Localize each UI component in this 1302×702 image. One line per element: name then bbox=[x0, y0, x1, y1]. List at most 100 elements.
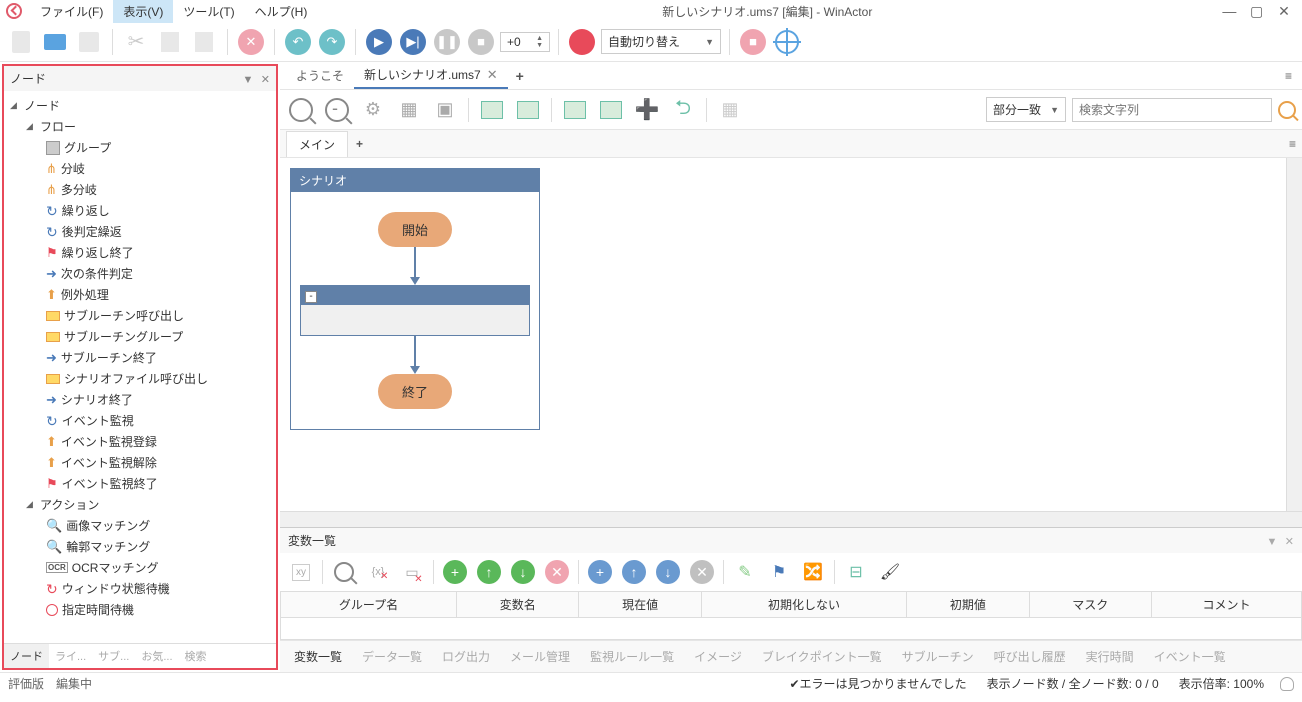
canvas-tab-main[interactable]: メイン bbox=[286, 131, 348, 157]
tree-item[interactable]: サブルーチン呼び出し bbox=[6, 305, 274, 326]
var-map-button[interactable]: 🔀 bbox=[798, 557, 828, 587]
var-down2-button[interactable]: ↓ bbox=[653, 557, 683, 587]
tree-item[interactable]: ◢フロー bbox=[6, 116, 274, 137]
grid-button[interactable]: ▦ bbox=[715, 95, 745, 125]
pause-button[interactable]: ❚❚ bbox=[432, 27, 462, 57]
end-node[interactable]: 終了 bbox=[378, 374, 452, 409]
tree-item[interactable]: ⋔多分岐 bbox=[6, 179, 274, 200]
add-node-button[interactable]: ➕ bbox=[632, 95, 662, 125]
image-button-3[interactable] bbox=[560, 95, 590, 125]
match-mode-select[interactable]: 部分一致▼ bbox=[986, 97, 1066, 122]
vertical-scrollbar[interactable] bbox=[1286, 158, 1302, 511]
menu-help[interactable]: ヘルプ(H) bbox=[245, 0, 318, 23]
tree-item[interactable]: ⬆例外処理 bbox=[6, 284, 274, 305]
tree-item[interactable]: サブルーチングループ bbox=[6, 326, 274, 347]
var-column-header[interactable]: 変数名 bbox=[457, 592, 579, 618]
bottom-tab[interactable]: 変数一覧 bbox=[286, 645, 350, 668]
var-column-header[interactable]: マスク bbox=[1029, 592, 1151, 618]
panel-tab[interactable]: お気... bbox=[135, 644, 178, 668]
var-delete2-button[interactable]: ✕ bbox=[687, 557, 717, 587]
tree-item[interactable]: ⬆イベント監視解除 bbox=[6, 452, 274, 473]
bottom-tab[interactable]: イベント一覧 bbox=[1146, 645, 1234, 668]
open-file-button[interactable] bbox=[40, 27, 70, 57]
flow-canvas[interactable]: シナリオ 開始 - 終了 bbox=[280, 158, 1286, 511]
tree-item[interactable]: ↻繰り返し bbox=[6, 200, 274, 221]
zoom-settings-button[interactable]: ⚙ bbox=[358, 95, 388, 125]
speed-input[interactable]: +0 ▲▼ bbox=[500, 32, 550, 52]
tree-item[interactable]: ↻ウィンドウ状態待機 bbox=[6, 578, 274, 599]
tree-item[interactable]: ⚑繰り返し終了 bbox=[6, 242, 274, 263]
tab-close-icon[interactable]: ✕ bbox=[487, 67, 498, 83]
var-column-header[interactable]: 現在値 bbox=[579, 592, 701, 618]
zoom-out-button[interactable]: - bbox=[322, 95, 352, 125]
bottom-tab[interactable]: 呼び出し履歴 bbox=[986, 645, 1074, 668]
bottom-tab[interactable]: 監視ルール一覧 bbox=[582, 645, 682, 668]
maximize-button[interactable]: ▢ bbox=[1245, 3, 1269, 20]
stop-button[interactable]: ■ bbox=[466, 27, 496, 57]
horizontal-scrollbar[interactable] bbox=[280, 511, 1302, 527]
menu-view[interactable]: 表示(V) bbox=[113, 0, 173, 23]
tree-item[interactable]: ⋔分岐 bbox=[6, 158, 274, 179]
var-down-button[interactable]: ↓ bbox=[508, 557, 538, 587]
var-panel-close-icon[interactable]: ✕ bbox=[1285, 536, 1294, 548]
bottom-tab[interactable]: ログ出力 bbox=[434, 645, 498, 668]
var-add-button[interactable]: + bbox=[440, 557, 470, 587]
var-column-header[interactable]: 初期値 bbox=[907, 592, 1029, 618]
zoom-fit-button[interactable] bbox=[286, 95, 316, 125]
paste-button[interactable] bbox=[189, 27, 219, 57]
step-button[interactable]: ▶| bbox=[398, 27, 428, 57]
var-up2-button[interactable]: ↑ bbox=[619, 557, 649, 587]
var-panel-dropdown-icon[interactable]: ▼ bbox=[1267, 536, 1278, 548]
canvas-menu-icon[interactable]: ≡ bbox=[1289, 137, 1296, 151]
copy-button[interactable] bbox=[155, 27, 185, 57]
target-button[interactable] bbox=[772, 27, 802, 57]
bottom-tab[interactable]: イメージ bbox=[686, 645, 750, 668]
play-button[interactable]: ▶ bbox=[364, 27, 394, 57]
stop-record-button[interactable]: ■ bbox=[738, 27, 768, 57]
var-add2-button[interactable]: + bbox=[585, 557, 615, 587]
tree-item[interactable]: ◢アクション bbox=[6, 494, 274, 515]
tab-add-button[interactable]: + bbox=[508, 64, 532, 88]
search-input[interactable] bbox=[1072, 98, 1272, 122]
var-xy-button[interactable]: xy bbox=[286, 557, 316, 587]
panel-dropdown-icon[interactable]: ▼ bbox=[243, 74, 254, 86]
var-column-header[interactable]: グループ名 bbox=[281, 592, 457, 618]
tree-item[interactable]: ➜サブルーチン終了 bbox=[6, 347, 274, 368]
panel-tab[interactable]: ライ... bbox=[49, 644, 92, 668]
tree-item[interactable]: 指定時間待機 bbox=[6, 599, 274, 620]
scenario-container[interactable]: シナリオ 開始 - 終了 bbox=[290, 168, 540, 430]
tree-item[interactable]: ➜次の条件判定 bbox=[6, 263, 274, 284]
tree-item[interactable]: 🔍画像マッチング bbox=[6, 515, 274, 536]
start-node[interactable]: 開始 bbox=[378, 212, 452, 247]
mode-select[interactable]: 自動切り替え▼ bbox=[601, 29, 721, 54]
var-paint-button[interactable]: 🖌 bbox=[875, 557, 905, 587]
tree-item[interactable]: 🔍輪郭マッチング bbox=[6, 536, 274, 557]
panel-tab[interactable]: 検索 bbox=[179, 644, 213, 668]
tree-item[interactable]: シナリオファイル呼び出し bbox=[6, 368, 274, 389]
tree-item[interactable]: ⚑イベント監視終了 bbox=[6, 473, 274, 494]
panel-close-icon[interactable]: ✕ bbox=[261, 74, 270, 86]
new-file-button[interactable] bbox=[6, 27, 36, 57]
var-edit-button[interactable]: ✎ bbox=[730, 557, 760, 587]
var-column-header[interactable]: 初期化しない bbox=[701, 592, 906, 618]
tree-item[interactable]: ◢ノード bbox=[6, 95, 274, 116]
bottom-tab[interactable]: サブルーチン bbox=[894, 645, 982, 668]
save-button[interactable] bbox=[74, 27, 104, 57]
cancel-button[interactable]: ✕ bbox=[236, 27, 266, 57]
goto-button[interactable]: ⮌ bbox=[668, 95, 698, 125]
tabs-menu-icon[interactable]: ≡ bbox=[1281, 69, 1296, 83]
bottom-tab[interactable]: データ一覧 bbox=[354, 645, 430, 668]
tab-welcome[interactable]: ようこそ bbox=[286, 63, 354, 88]
image-button-1[interactable] bbox=[477, 95, 507, 125]
bottom-tab[interactable]: メール管理 bbox=[502, 645, 578, 668]
canvas-tab-add[interactable]: + bbox=[348, 133, 371, 155]
menu-tools[interactable]: ツール(T) bbox=[173, 0, 244, 23]
minimize-button[interactable]: — bbox=[1217, 3, 1241, 19]
redo-button[interactable]: ↷ bbox=[317, 27, 347, 57]
collapse-button[interactable]: ▣ bbox=[430, 95, 460, 125]
var-clear-1-button[interactable]: {x}✕ bbox=[363, 557, 393, 587]
bottom-tab[interactable]: ブレイクポイント一覧 bbox=[754, 645, 890, 668]
close-button[interactable]: ✕ bbox=[1272, 3, 1296, 20]
tree-item[interactable]: ↻後判定繰返 bbox=[6, 221, 274, 242]
tree-item[interactable]: ⬆イベント監視登録 bbox=[6, 431, 274, 452]
